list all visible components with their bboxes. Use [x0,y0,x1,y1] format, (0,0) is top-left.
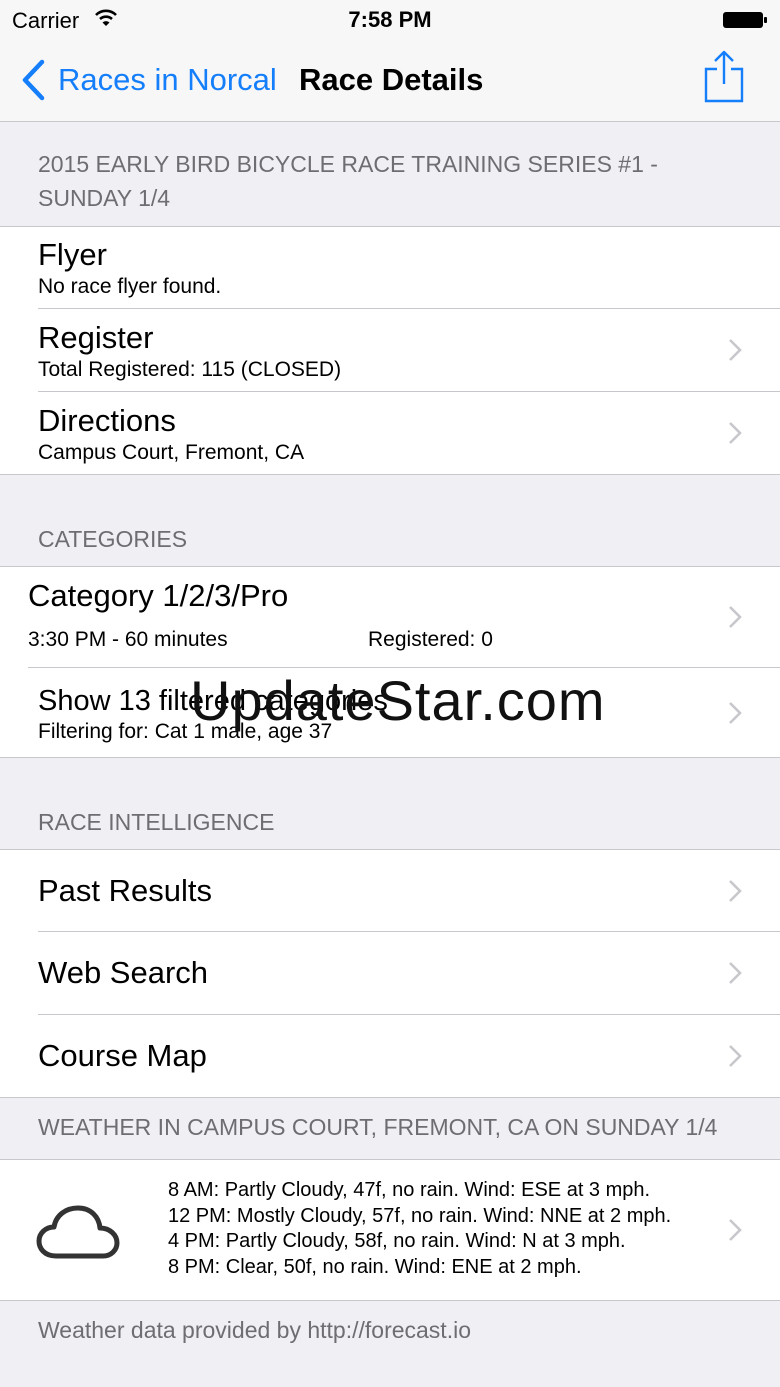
chevron-right-icon [729,606,742,628]
directions-title: Directions [38,403,176,438]
forecast-line: 8 AM: Partly Cloudy, 47f, no rain. Wind:… [168,1179,651,1201]
directions-subtitle: Campus Court, Fremont, CA [38,441,305,464]
battery-icon [723,12,767,28]
race-intelligence-group: Past Results Web Search Course Map [0,849,780,1098]
flyer-row[interactable]: Flyer No race flyer found. [38,227,780,309]
category-details: 3:30 PM - 60 minutes Registered: 0 [28,628,780,654]
flyer-title: Flyer [38,237,107,272]
navigation-bar: Races in Norcal Race Details [0,40,780,122]
forecast-line: 8 PM: Clear, 50f, no rain. Wind: ENE at … [168,1255,582,1278]
status-bar: Carrier 7:58 PM [0,0,780,40]
category-registered: Registered: 0 [368,628,493,651]
chevron-right-icon [729,702,742,724]
chevron-right-icon [729,880,742,902]
share-icon[interactable] [702,50,746,104]
categories-header: CATEGORIES [38,526,188,552]
page-title: Race Details [299,62,484,97]
category-row[interactable]: Category 1/2/3/Pro 3:30 PM - 60 minutes … [28,567,780,668]
web-search-label: Web Search [38,955,209,990]
forecast-line: 4 PM: Partly Cloudy, 58f, no rain. Wind:… [168,1230,626,1252]
filtered-categories-subtitle: Filtering for: Cat 1 male, age 37 [38,720,333,743]
forecast-line: 12 PM: Mostly Cloudy, 57f, no rain. Wind… [168,1204,672,1227]
category-title: Category 1/2/3/Pro [28,578,289,613]
chevron-right-icon [729,1219,742,1241]
race-intelligence-header: RACE INTELLIGENCE [38,809,275,835]
chevron-right-icon [729,1045,742,1067]
forecast-list: 8 AM: Partly Cloudy, 47f, no rain. Wind:… [168,1178,671,1280]
past-results-row[interactable]: Past Results [38,850,780,932]
flyer-subtitle: No race flyer found. [38,275,222,298]
categories-group: Category 1/2/3/Pro 3:30 PM - 60 minutes … [0,566,780,758]
register-row[interactable]: Register Total Registered: 115 (CLOSED) [38,309,780,392]
race-name-header: 2015 EARLY BIRD BICYCLE RACE TRAINING SE… [38,151,658,211]
race-info-group: Flyer No race flyer found. Register Tota… [0,226,780,475]
clock: 7:58 PM [348,7,432,32]
weather-attribution: Weather data provided by http://forecast… [38,1317,471,1343]
chevron-right-icon [729,422,742,444]
back-button[interactable]: Races in Norcal [20,56,277,104]
chevron-left-icon [22,59,45,101]
course-map-row[interactable]: Course Map [38,1015,780,1097]
past-results-label: Past Results [38,872,213,908]
course-map-label: Course Map [38,1038,207,1073]
register-title: Register [38,320,154,355]
register-subtitle: Total Registered: 115 (CLOSED) [38,358,342,381]
filtered-categories-row[interactable]: Show 13 filtered categories Filtering fo… [38,668,780,757]
filtered-categories-title: Show 13 filtered categories [38,685,388,717]
directions-row[interactable]: Directions Campus Court, Fremont, CA [38,392,780,474]
details-table: 2015 EARLY BIRD BICYCLE RACE TRAINING SE… [0,123,780,1360]
chevron-right-icon [729,962,742,984]
web-search-row[interactable]: Web Search [38,932,780,1015]
chevron-right-icon [729,339,742,361]
back-button-label: Races in Norcal [58,62,277,97]
category-time: 3:30 PM - 60 minutes [28,628,228,651]
weather-group: 8 AM: Partly Cloudy, 47f, no rain. Wind:… [0,1159,780,1301]
cloud-icon [36,1205,120,1259]
weather-row[interactable]: 8 AM: Partly Cloudy, 47f, no rain. Wind:… [0,1160,780,1300]
weather-header: WEATHER IN CAMPUS COURT, FREMONT, CA ON … [38,1114,718,1140]
